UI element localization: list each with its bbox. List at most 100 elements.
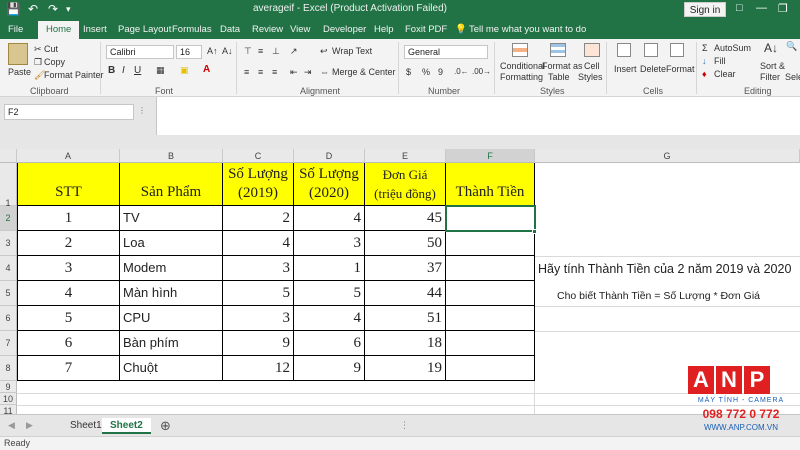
autosum-button[interactable]: AutoSum — [714, 43, 751, 53]
fill-handle[interactable] — [532, 229, 537, 234]
name-box[interactable]: F2 — [4, 104, 134, 120]
cell-qty2019[interactable]: 4 — [223, 231, 294, 256]
spreadsheet-grid[interactable]: A B C D E F G 1 2 3 4 5 6 7 8 9 10 11 ST… — [0, 149, 800, 414]
cell-qty2019[interactable]: 9 — [223, 331, 294, 356]
borders-icon[interactable]: ▦ — [156, 65, 165, 76]
tab-formulas[interactable]: Formulas — [172, 24, 212, 35]
decrease-font-icon[interactable]: A↓ — [222, 46, 233, 56]
insert-button[interactable]: Insert — [614, 64, 637, 74]
row-header-7[interactable]: 7 — [0, 331, 17, 356]
align-center-icon[interactable]: ≡ — [258, 67, 263, 77]
cell-qty2019[interactable]: 3 — [223, 306, 294, 331]
tab-insert[interactable]: Insert — [83, 24, 107, 35]
tab-data[interactable]: Data — [220, 24, 240, 35]
tab-foxit-pdf[interactable]: Foxit PDF — [405, 24, 447, 35]
cell-qty2020[interactable]: 4 — [294, 206, 365, 231]
row-header-10[interactable]: 10 — [0, 393, 17, 405]
tab-view[interactable]: View — [290, 24, 310, 35]
cell-stt[interactable]: 1 — [18, 206, 120, 231]
cut-button[interactable]: Cut — [44, 44, 58, 54]
cell-price[interactable]: 19 — [365, 356, 446, 381]
minimize-icon[interactable]: — — [756, 2, 767, 14]
fill-button[interactable]: Fill — [714, 56, 726, 66]
wrap-text-button[interactable]: Wrap Text — [332, 46, 372, 56]
header-don-gia[interactable]: Đơn Giá (triệu đồng) — [365, 163, 446, 206]
cell-product[interactable]: Modem — [120, 256, 223, 281]
row-header-4[interactable]: 4 — [0, 256, 17, 281]
cell-thanh-tien[interactable] — [446, 306, 535, 331]
cell-stt[interactable]: 4 — [18, 281, 120, 306]
increase-decimal-icon[interactable]: .0← — [454, 67, 469, 76]
clear-button[interactable]: Clear — [714, 69, 736, 79]
add-sheet-icon[interactable]: ⊕ — [160, 418, 171, 434]
conditional-formatting-button[interactable]: Conditional — [500, 61, 545, 71]
formula-input[interactable] — [156, 97, 800, 135]
cell-thanh-tien[interactable] — [446, 231, 535, 256]
cell-price[interactable]: 45 — [365, 206, 446, 231]
decrease-decimal-icon[interactable]: .00→ — [472, 67, 491, 76]
column-header-a[interactable]: A — [17, 149, 120, 163]
format-as-table-button[interactable]: Format as — [542, 61, 583, 71]
sort-filter-button[interactable]: Sort & — [760, 61, 785, 71]
align-bottom-icon[interactable]: ⊥ — [272, 46, 280, 57]
cell-qty2020[interactable]: 6 — [294, 331, 365, 356]
tell-me-search[interactable]: Tell me what you want to do — [469, 24, 586, 35]
row-header-1[interactable]: 1 — [0, 163, 17, 208]
merge-center-button[interactable]: Merge & Center — [332, 67, 396, 77]
copy-button[interactable]: Copy — [44, 57, 65, 67]
cell-qty2020[interactable]: 3 — [294, 231, 365, 256]
currency-button[interactable]: $ — [406, 67, 411, 77]
tab-page-layout[interactable]: Page Layout — [118, 24, 171, 35]
row-header-2[interactable]: 2 — [0, 206, 17, 231]
note-formula[interactable]: Cho biết Thành Tiền = Số Lượng * Đơn Giá — [557, 290, 760, 302]
font-name-select[interactable]: Calibri — [106, 45, 174, 59]
select-all-corner[interactable] — [0, 149, 17, 163]
cell-stt[interactable]: 5 — [18, 306, 120, 331]
scroll-right-icon[interactable]: ▶ — [26, 420, 33, 431]
row-header-5[interactable]: 5 — [0, 281, 17, 306]
cell-price[interactable]: 37 — [365, 256, 446, 281]
column-header-d[interactable]: D — [294, 149, 365, 163]
cell-qty2019[interactable]: 12 — [223, 356, 294, 381]
row-header-8[interactable]: 8 — [0, 356, 17, 381]
tab-home[interactable]: Home — [38, 21, 80, 39]
cell-product[interactable]: Màn hình — [120, 281, 223, 306]
header-so-luong-2019[interactable]: Số Lượng (2019) — [223, 163, 294, 206]
row-header-11[interactable]: 11 — [0, 405, 17, 414]
sheet-tab-2[interactable]: Sheet2 — [102, 418, 151, 434]
tab-developer[interactable]: Developer — [323, 24, 366, 35]
cell-qty2019[interactable]: 2 — [223, 206, 294, 231]
cell-product[interactable]: CPU — [120, 306, 223, 331]
ribbon-display-icon[interactable]: □ — [736, 2, 743, 14]
cell-price[interactable]: 50 — [365, 231, 446, 256]
scroll-left-icon[interactable]: ◀ — [8, 420, 15, 431]
cell-qty2020[interactable]: 9 — [294, 356, 365, 381]
cell-thanh-tien[interactable] — [446, 256, 535, 281]
increase-indent-icon[interactable]: ⇥ — [304, 67, 312, 78]
find-select-button[interactable]: Selec — [785, 72, 800, 82]
underline-button[interactable]: U — [134, 65, 141, 76]
decrease-indent-icon[interactable]: ⇤ — [290, 67, 298, 78]
italic-button[interactable]: I — [122, 65, 125, 76]
note-task[interactable]: Hãy tính Thành Tiền của 2 năm 2019 và 20… — [538, 262, 791, 276]
cell-price[interactable]: 51 — [365, 306, 446, 331]
header-stt[interactable]: STT — [18, 163, 120, 206]
cell-price[interactable]: 44 — [365, 281, 446, 306]
cell-styles-button[interactable]: Cell — [584, 61, 600, 71]
header-thanh-tien[interactable]: Thành Tiền — [446, 163, 535, 206]
font-size-select[interactable]: 16 — [176, 45, 202, 59]
tab-file[interactable]: File — [8, 24, 23, 35]
cell-thanh-tien[interactable] — [446, 281, 535, 306]
tab-options-icon[interactable]: ⋮ — [400, 420, 409, 431]
tab-help[interactable]: Help — [374, 24, 394, 35]
cell-product[interactable]: TV — [120, 206, 223, 231]
sign-in-button[interactable]: Sign in — [684, 2, 726, 17]
cell-stt[interactable]: 7 — [18, 356, 120, 381]
align-top-icon[interactable]: ⊤ — [244, 46, 252, 57]
format-button[interactable]: Format — [666, 64, 695, 74]
column-header-e[interactable]: E — [365, 149, 446, 163]
cell-product[interactable]: Bàn phím — [120, 331, 223, 356]
cell-thanh-tien[interactable] — [446, 356, 535, 381]
cell-stt[interactable]: 2 — [18, 231, 120, 256]
cell-stt[interactable]: 6 — [18, 331, 120, 356]
